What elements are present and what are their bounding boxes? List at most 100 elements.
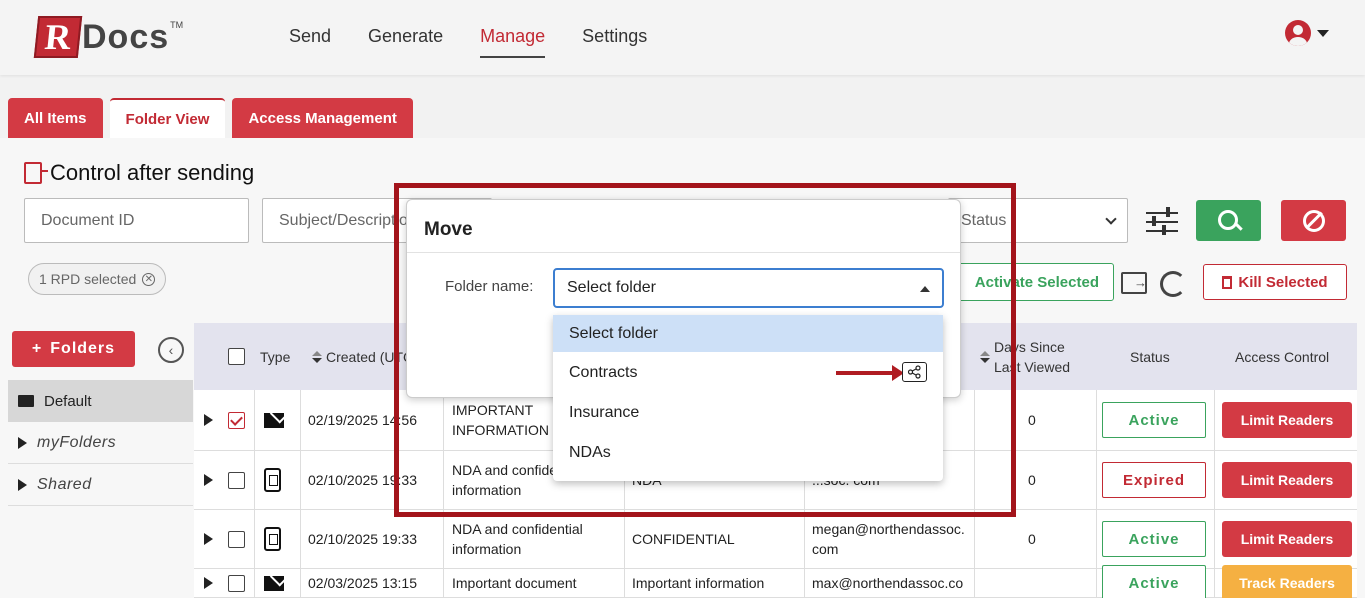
clear-filters-button[interactable] [1281,200,1346,241]
column-divider [804,510,805,568]
logo-r-mark: R [33,16,83,58]
filter-sliders-icon[interactable] [1146,206,1178,238]
row-subject: Important document [452,575,577,591]
column-divider [254,390,255,450]
folder-default[interactable]: Default [8,380,193,422]
row-access-button[interactable]: Limit Readers [1222,402,1352,438]
row-days-since: 0 [1028,412,1036,428]
folder-select[interactable]: Select folder [553,268,944,308]
expand-row-icon[interactable] [204,510,213,568]
tab-folder-view[interactable]: Folder View [109,98,226,138]
column-divider [1096,390,1097,450]
column-divider [974,390,975,450]
column-divider [443,510,444,568]
row-created: 02/03/2025 13:15 [308,575,417,591]
tab-access-management[interactable]: Access Management [232,98,413,138]
column-divider [1214,569,1215,597]
folder-option[interactable]: NDAs [553,434,943,471]
column-divider [1214,510,1215,568]
view-tabs: All Items Folder View Access Management [8,98,420,138]
header-created[interactable]: Created (UTC) [312,323,418,390]
row-days-since: 0 [1028,472,1036,488]
row-access-button[interactable]: Track Readers [1222,565,1352,598]
column-divider [1096,510,1097,568]
header-days-since[interactable]: Days Since Last Viewed [980,323,1070,390]
expand-triangle-icon[interactable] [18,436,27,449]
header-type: Type [260,348,291,365]
email-icon [264,390,284,450]
plus-icon: + [31,340,43,357]
collapse-sidebar-icon[interactable]: ‹ [158,337,184,363]
column-divider [974,569,975,597]
document-send-icon [24,162,48,184]
trash-icon [1222,275,1233,289]
nav-send[interactable]: Send [289,26,331,58]
row-status-badge[interactable]: Active [1102,565,1206,598]
mobile-document-icon [264,510,281,568]
row-created: 02/10/2025 19:33 [308,531,417,547]
row-checkbox[interactable] [228,471,245,489]
row-days-since: 0 [1028,531,1036,547]
move-to-folder-icon[interactable] [1121,272,1147,294]
activate-selected-button[interactable]: Activate Selected [940,263,1114,301]
kill-selected-button[interactable]: Kill Selected [1203,264,1347,300]
folder-option[interactable]: Select folder [553,315,943,352]
rdocs-logo[interactable]: R Docs TM [33,14,183,58]
column-divider [300,510,301,568]
top-navbar: R Docs TM Send Generate Manage Settings [0,0,1365,75]
nav-generate[interactable]: Generate [368,26,443,58]
sort-icon [312,350,322,363]
row-checkbox[interactable] [228,411,245,429]
row-status-badge[interactable]: Active [1102,521,1206,557]
status-select[interactable]: Status [948,198,1128,243]
refresh-icon[interactable] [1160,271,1186,297]
select-all-checkbox[interactable] [228,348,245,365]
table-row[interactable]: 02/10/2025 19:33 NDA and confidential in… [194,510,1357,569]
page-title-text: Control after sending [50,160,255,185]
folder-sidebar: + Folders ‹ Default myFolders Shared [8,323,193,598]
folder-myfolders[interactable]: myFolders [8,422,193,464]
row-status-badge[interactable]: Active [1102,402,1206,438]
caret-down-icon [1317,29,1329,37]
document-id-input[interactable]: Document ID [24,198,249,243]
column-divider [443,390,444,450]
expand-row-icon[interactable] [204,451,213,509]
folder-option[interactable]: Insurance [553,394,943,431]
header-days-since-line1: Days Since [994,338,1065,355]
column-divider [1096,569,1097,597]
main-nav: Send Generate Manage Settings [289,26,684,58]
folder-shared[interactable]: Shared [8,464,193,506]
row-checkbox[interactable] [228,530,245,548]
nav-settings[interactable]: Settings [582,26,647,58]
row-access-button[interactable]: Limit Readers [1222,521,1352,557]
expand-triangle-icon[interactable] [18,478,27,491]
expand-row-icon[interactable] [204,390,213,450]
user-menu[interactable] [1285,20,1329,46]
selection-chip-label: 1 RPD selected [39,271,137,287]
row-created: 02/10/2025 19:33 [308,472,417,488]
chevron-down-icon [1105,212,1117,225]
row-subject: NDA and confidential information [452,521,583,557]
nav-manage[interactable]: Manage [480,26,546,58]
add-folder-button[interactable]: + Folders [12,331,135,367]
move-dialog-title: Move [424,219,473,240]
kill-selected-label: Kill Selected [1238,273,1328,291]
user-avatar-icon [1285,20,1311,46]
expand-row-icon[interactable] [204,569,213,597]
column-divider [254,451,255,509]
column-divider [443,451,444,509]
tab-all-items[interactable]: All Items [8,98,103,138]
table-row[interactable]: 02/03/2025 13:15 Important document Impo… [194,565,1357,598]
column-divider [254,569,255,597]
header-created-label: Created (UTC) [326,348,418,365]
column-divider [300,390,301,450]
search-button[interactable] [1196,200,1261,241]
row-access-button[interactable]: Limit Readers [1222,462,1352,498]
divider [407,252,960,253]
close-circle-icon[interactable]: ✕ [142,272,156,286]
add-folder-label: Folders [50,340,116,357]
folder-myfolders-label: myFolders [37,433,117,451]
row-status-badge[interactable]: Expired [1102,462,1206,498]
column-divider [443,569,444,597]
row-checkbox[interactable] [228,574,245,592]
